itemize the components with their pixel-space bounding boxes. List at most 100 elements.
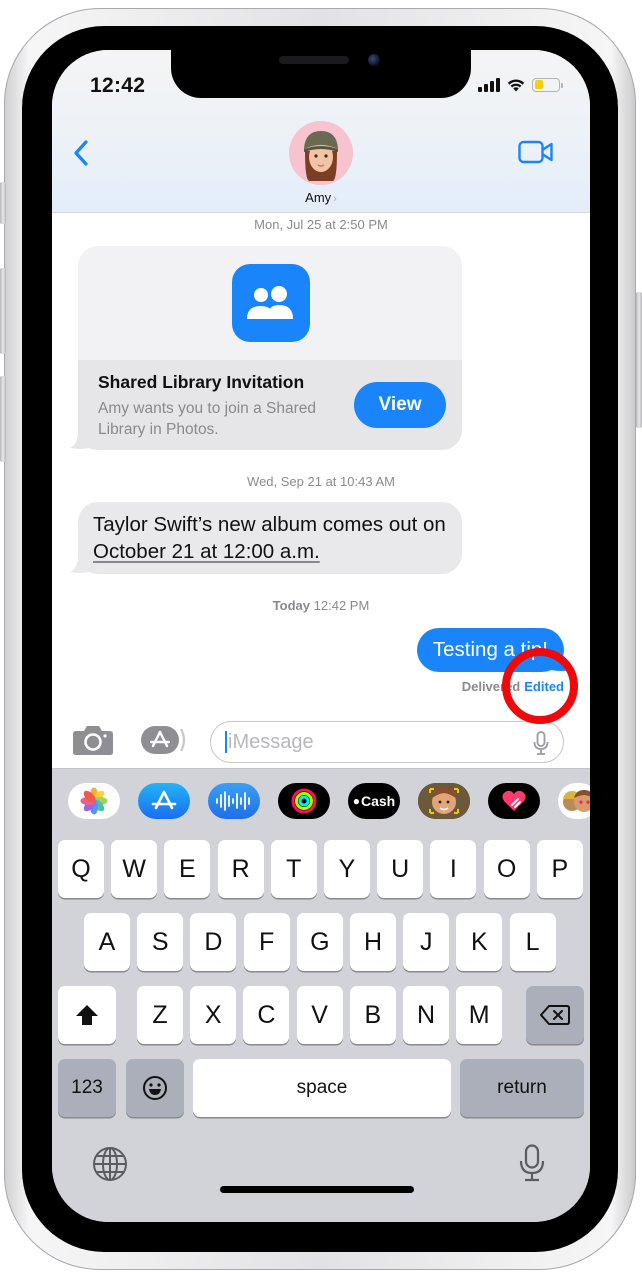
bubble-tail bbox=[551, 654, 571, 671]
photos-icon bbox=[80, 787, 108, 815]
key-h[interactable]: H bbox=[350, 913, 396, 971]
delete-key[interactable] bbox=[526, 986, 584, 1044]
key-m[interactable]: M bbox=[456, 986, 503, 1044]
key-j[interactable]: J bbox=[403, 913, 450, 971]
memoji-stickers-app-button[interactable] bbox=[558, 783, 590, 819]
key-u[interactable]: U bbox=[377, 840, 424, 898]
apple-cash-app-button[interactable]: ● Cash bbox=[348, 783, 400, 819]
video-camera-icon bbox=[518, 140, 553, 164]
key-q[interactable]: Q bbox=[58, 840, 104, 898]
bubble-tail bbox=[70, 556, 90, 573]
sent-message-bubble[interactable]: Testing a tip! bbox=[416, 628, 571, 672]
key-f[interactable]: F bbox=[243, 913, 290, 971]
view-button[interactable]: View bbox=[354, 382, 446, 428]
key-y[interactable]: Y bbox=[324, 840, 370, 898]
key-z[interactable]: Z bbox=[137, 986, 183, 1044]
input-placeholder: iMessage bbox=[228, 730, 314, 753]
memoji-app-button[interactable] bbox=[418, 783, 470, 819]
heart-icon bbox=[502, 790, 526, 811]
space-key[interactable]: space bbox=[193, 1059, 451, 1117]
facetime-video-button[interactable] bbox=[518, 140, 554, 169]
timestamp-day: Mon, Jul 25 bbox=[254, 217, 322, 232]
emoji-icon bbox=[143, 1076, 167, 1100]
key-t[interactable]: T bbox=[270, 840, 317, 898]
status-time: 12:42 bbox=[90, 74, 146, 97]
key-b[interactable]: B bbox=[349, 986, 396, 1044]
edited-link[interactable]: Edited bbox=[524, 679, 564, 694]
key-w[interactable]: W bbox=[111, 840, 158, 898]
contact-name-button[interactable]: Amy › bbox=[52, 190, 590, 205]
key-p[interactable]: P bbox=[536, 840, 583, 898]
shift-key[interactable] bbox=[58, 986, 116, 1044]
key-e[interactable]: E bbox=[164, 840, 211, 898]
key-r[interactable]: R bbox=[217, 840, 264, 898]
text-cursor bbox=[225, 731, 227, 753]
dictation-button[interactable] bbox=[519, 1144, 545, 1187]
apple-cash-label: Cash bbox=[361, 793, 396, 809]
imessage-input[interactable]: iMessage bbox=[210, 721, 564, 763]
key-i[interactable]: I bbox=[430, 840, 477, 898]
memoji-stickers-icon bbox=[563, 790, 590, 812]
side-button bbox=[636, 292, 642, 428]
activity-rings-icon bbox=[291, 788, 317, 814]
front-camera bbox=[368, 54, 380, 66]
keyboard: ● Cash Q W E R T Y U I O P A S D F G H J… bbox=[52, 768, 590, 1222]
notch bbox=[171, 50, 471, 98]
delete-backspace-icon bbox=[540, 1005, 570, 1025]
timestamp: Wed, Sep 21 at 10:43 AM bbox=[52, 474, 590, 489]
key-k[interactable]: K bbox=[456, 913, 503, 971]
chevron-right-icon: › bbox=[333, 193, 337, 205]
shared-library-invitation-card[interactable]: Shared Library Invitation Amy wants you … bbox=[70, 246, 462, 450]
contact-avatar[interactable] bbox=[289, 121, 353, 185]
waveform-icon bbox=[216, 791, 250, 811]
shared-library-icon-tile bbox=[232, 264, 310, 342]
card-description: Amy wants you to join a Shared Library i… bbox=[98, 400, 316, 438]
key-d[interactable]: D bbox=[190, 913, 237, 971]
battery-icon bbox=[532, 77, 563, 92]
fitness-app-button[interactable] bbox=[278, 783, 330, 819]
globe-icon bbox=[93, 1147, 127, 1181]
globe-keyboard-switch-button[interactable] bbox=[92, 1146, 128, 1187]
people-icon bbox=[247, 286, 293, 319]
app-store-app-button[interactable] bbox=[138, 783, 190, 819]
photos-app-button[interactable] bbox=[68, 783, 120, 819]
chevron-left-icon bbox=[74, 140, 88, 166]
digital-touch-app-button[interactable] bbox=[488, 783, 540, 819]
card-header bbox=[78, 246, 462, 360]
app-store-icon bbox=[141, 726, 186, 754]
key-n[interactable]: N bbox=[403, 986, 449, 1044]
key-a[interactable]: A bbox=[84, 913, 130, 971]
numbers-key[interactable]: 123 bbox=[58, 1059, 116, 1117]
timestamp-time: at 10:43 AM bbox=[325, 474, 395, 489]
imessage-app-drawer: ● Cash bbox=[52, 768, 590, 830]
card-title: Shared Library Invitation bbox=[98, 372, 305, 392]
dictation-mic-icon[interactable] bbox=[533, 731, 549, 755]
timestamp: Mon, Jul 25 at 2:50 PM bbox=[52, 217, 590, 232]
key-g[interactable]: G bbox=[296, 913, 343, 971]
key-x[interactable]: X bbox=[190, 986, 237, 1044]
back-button[interactable] bbox=[68, 136, 94, 170]
timestamp-day: Wed, Sep 21 bbox=[247, 474, 322, 489]
audio-message-app-button[interactable] bbox=[208, 783, 260, 819]
key-s[interactable]: S bbox=[137, 913, 184, 971]
app-store-button[interactable] bbox=[140, 723, 188, 757]
date-link[interactable]: October 21 at 12:00 a.m. bbox=[93, 540, 320, 563]
home-indicator[interactable] bbox=[220, 1186, 414, 1193]
microphone-icon bbox=[519, 1144, 545, 1182]
emoji-key[interactable] bbox=[126, 1059, 184, 1117]
timestamp-day: Today bbox=[272, 598, 311, 613]
key-l[interactable]: L bbox=[509, 913, 556, 971]
key-v[interactable]: V bbox=[296, 986, 343, 1044]
key-c[interactable]: C bbox=[243, 986, 290, 1044]
key-o[interactable]: O bbox=[483, 840, 530, 898]
received-message-bubble[interactable]: Taylor Swift’s new album comes out on Oc… bbox=[70, 502, 462, 574]
status-icons bbox=[478, 77, 563, 92]
memoji-icon bbox=[418, 783, 470, 819]
speaker-grille bbox=[279, 56, 349, 64]
cellular-signal-icon bbox=[478, 77, 500, 92]
apple-logo-icon: ● bbox=[352, 794, 360, 808]
return-key[interactable]: return bbox=[460, 1059, 584, 1117]
delivery-status: Delivered Edited bbox=[462, 679, 564, 694]
compose-bar: iMessage bbox=[52, 714, 590, 768]
camera-button[interactable] bbox=[72, 724, 114, 756]
